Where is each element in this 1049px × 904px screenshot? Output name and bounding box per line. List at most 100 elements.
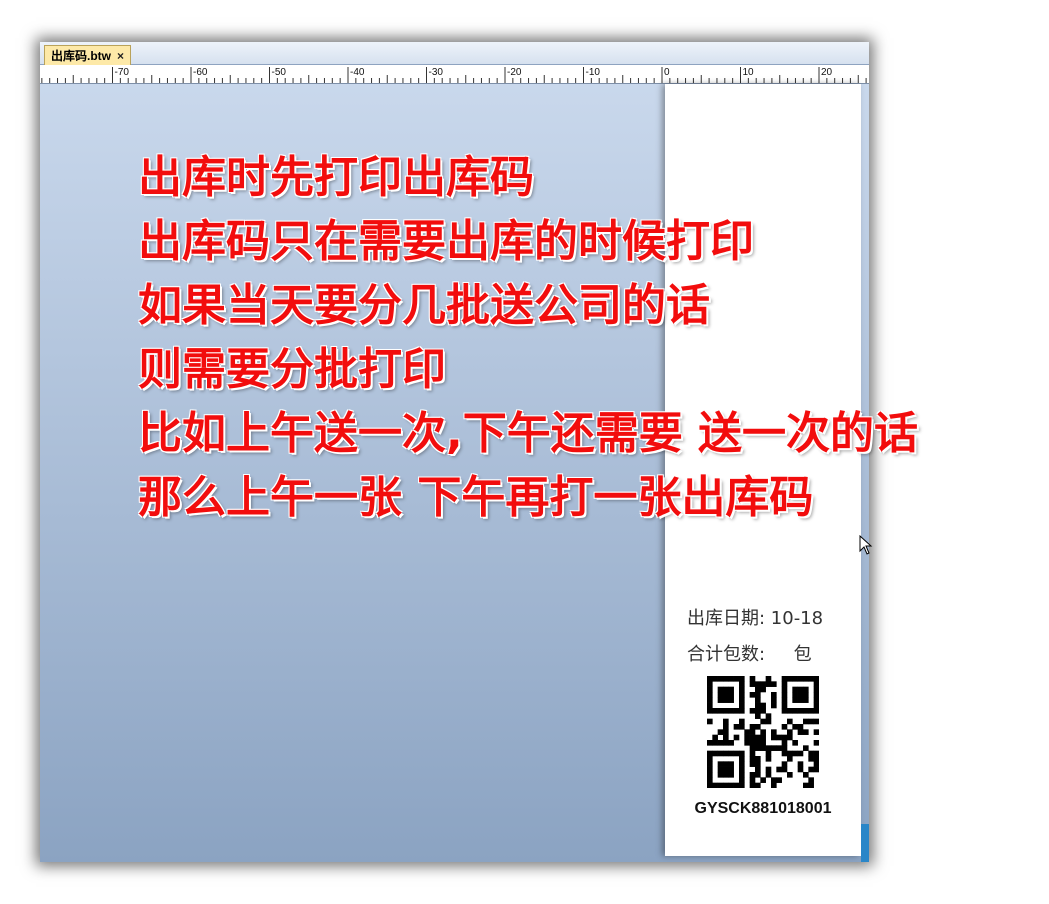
qr-module [749,724,756,730]
qr-module [723,729,729,735]
ruler-label: 20 [821,67,833,78]
qr-module [717,782,724,788]
qr-module [739,761,745,767]
qr-module [728,766,734,773]
qr-module [781,724,788,730]
qr-module [723,676,729,682]
qr-module [755,734,761,741]
qr-module [792,740,798,746]
qr-module [792,697,798,703]
qr-module [813,761,819,767]
qr-module [749,692,756,698]
qr-module [717,750,724,757]
qr-code-icon[interactable] [707,676,819,788]
qr-module [765,756,772,762]
qr-module [776,777,782,783]
qr-module [728,676,734,682]
qr-module [797,686,804,693]
qr-module [712,734,718,741]
qr-module [797,724,804,730]
ruler-label: -10 [586,67,601,78]
qr-module [723,766,729,773]
qr-module [797,750,804,757]
qr-module [755,782,761,788]
qr-module [765,772,772,778]
qr-module [707,718,713,725]
qr-module [787,772,793,778]
qr-module [813,697,819,703]
qr-module [808,708,814,714]
qr-module [739,692,745,698]
qr-module [723,708,729,714]
qr-module [781,681,788,687]
qr-module [755,692,761,698]
qr-module [813,692,819,698]
qr-module [717,772,724,778]
qr-module [733,724,740,730]
qr-module [813,750,819,757]
document-tab[interactable]: 出库码.btw × [44,45,132,65]
qr-module [760,777,766,783]
ruler-label: -60 [193,67,208,78]
close-icon[interactable]: × [117,47,124,65]
qr-module [760,681,766,687]
ship-date-text[interactable]: 出库日期: 10-18 [687,604,823,630]
ruler-label: -40 [350,67,365,78]
qr-module [755,740,761,746]
package-count-text[interactable]: 合计包数: 包 [687,640,812,666]
qr-module [749,740,756,746]
qr-module [728,782,734,788]
qr-module [808,756,814,762]
qr-module [733,750,740,757]
qr-module [813,708,819,714]
qr-module [765,745,772,751]
qr-module [739,782,745,788]
qr-module [787,750,793,757]
qr-module [712,750,718,757]
scrollbar-edge[interactable] [861,824,869,862]
qr-module [744,729,750,735]
qr-module [771,681,777,687]
qr-module [728,750,734,757]
qr-module [739,681,745,687]
qr-module [781,734,788,741]
outbound-code-text[interactable]: GYSCK881018001 [665,800,861,818]
instruction-line: 则需要分批打印 [138,344,446,395]
qr-module [728,697,734,703]
qr-module [707,697,713,703]
qr-module [749,782,756,788]
qr-module [707,750,713,757]
qr-module [749,750,756,757]
qr-module [739,724,745,730]
qr-module [749,734,756,741]
qr-module [739,756,745,762]
qr-module [728,692,734,698]
qr-module [717,761,724,767]
ruler-label: -20 [507,67,522,78]
qr-module [781,708,788,714]
qr-module [760,740,766,746]
qr-module [803,708,809,714]
qr-module [717,692,724,698]
qr-module [755,686,761,693]
qr-module [739,676,745,682]
qr-module [755,772,761,778]
qr-module [707,777,713,783]
qr-module [803,692,809,698]
qr-module [803,676,809,682]
qr-module [739,697,745,703]
qr-module [813,718,819,725]
qr-module [733,676,740,682]
qr-module [728,740,734,746]
qr-module [813,740,819,746]
qr-module [707,772,713,778]
qr-module [771,777,777,783]
qr-module [723,782,729,788]
qr-module [813,676,819,682]
qr-module [781,740,788,746]
ruler-label: 10 [743,67,755,78]
qr-module [771,745,777,751]
qr-module [739,686,745,693]
qr-module [787,756,793,762]
qr-module [744,734,750,741]
